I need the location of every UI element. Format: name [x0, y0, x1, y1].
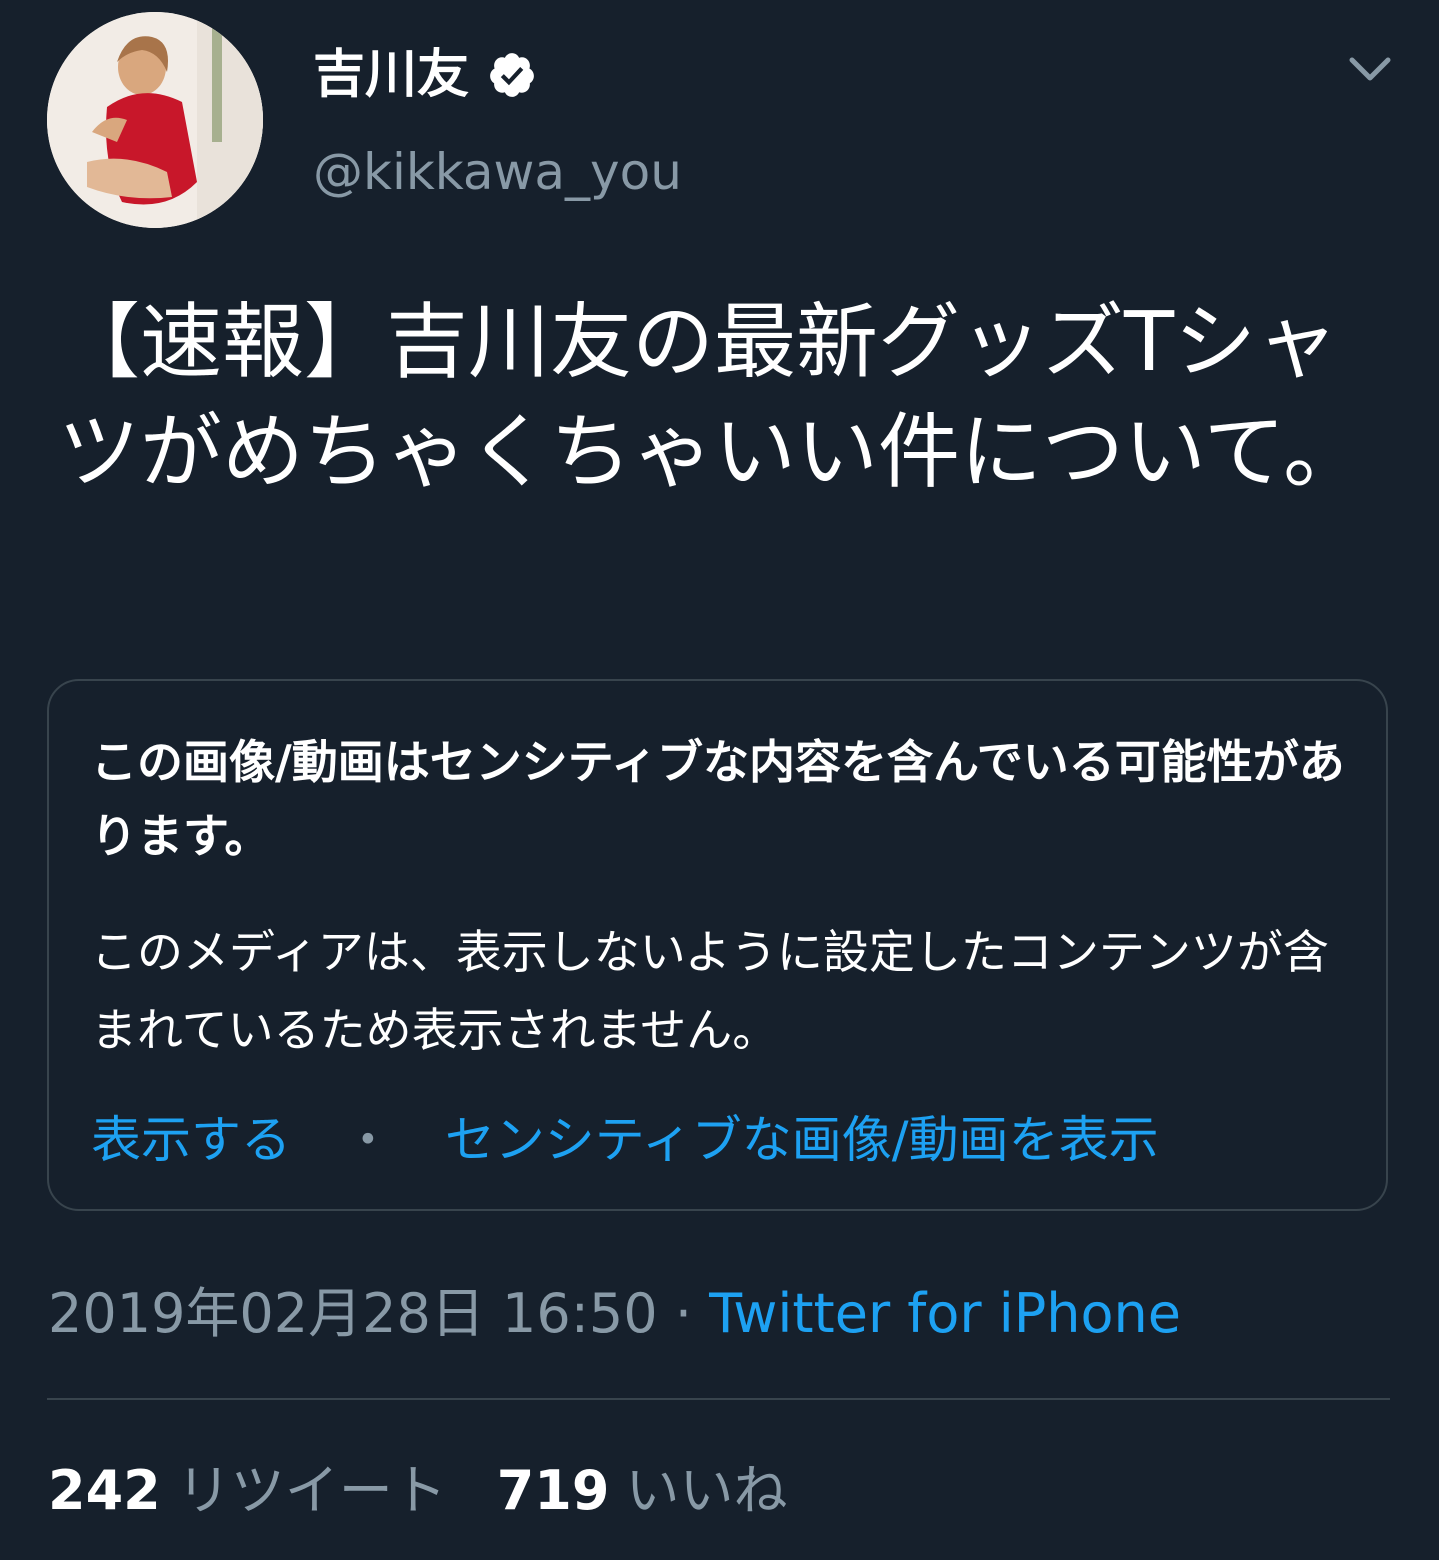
- likes-count: 719: [496, 1459, 610, 1522]
- actions-separator: ・: [342, 1111, 393, 1169]
- tweet-meta: 2019年02月28日 16:50 · Twitter for iPhone: [48, 1278, 1181, 1350]
- meta-separator: ·: [674, 1282, 692, 1345]
- divider: [47, 1398, 1390, 1400]
- tweet-timestamp[interactable]: 2019年02月28日 16:50: [48, 1282, 658, 1345]
- retweets-count: 242: [48, 1459, 161, 1522]
- sensitive-settings-link[interactable]: センシティブな画像/動画を表示: [445, 1111, 1159, 1169]
- likes-stat[interactable]: 719 いいね: [497, 1455, 788, 1527]
- retweets-stat[interactable]: 242 リツイート: [48, 1455, 447, 1527]
- likes-label: いいね: [625, 1459, 788, 1522]
- sensitive-warning-title: この画像/動画はセンシティブな内容を含んでいる可能性があります。: [91, 735, 1345, 863]
- media-actions: 表示する ・ センシティブな画像/動画を表示: [91, 1105, 1159, 1175]
- show-media-link[interactable]: 表示する: [91, 1111, 291, 1169]
- display-name[interactable]: 吉川友: [313, 40, 469, 110]
- verified-badge-icon: [490, 53, 534, 97]
- sensitive-media-card: この画像/動画はセンシティブな内容を含んでいる可能性があります。 このメディアは…: [47, 679, 1388, 1211]
- retweets-label: リツイート: [176, 1459, 447, 1522]
- sensitive-warning-description: このメディアは、表示しないように設定したコンテンツが含まれているため表示されませ…: [91, 925, 1329, 1057]
- user-handle[interactable]: @kikkawa_you: [313, 140, 682, 204]
- tweet-source-link[interactable]: Twitter for iPhone: [709, 1282, 1181, 1345]
- chevron-down-icon[interactable]: [1344, 48, 1396, 88]
- tweet-text: 【速報】吉川友の最新グッズTシャツがめちゃくちゃいい件について。: [58, 295, 1366, 500]
- avatar[interactable]: [47, 12, 263, 228]
- tweet-stats: 242 リツイート 719 いいね: [48, 1455, 837, 1527]
